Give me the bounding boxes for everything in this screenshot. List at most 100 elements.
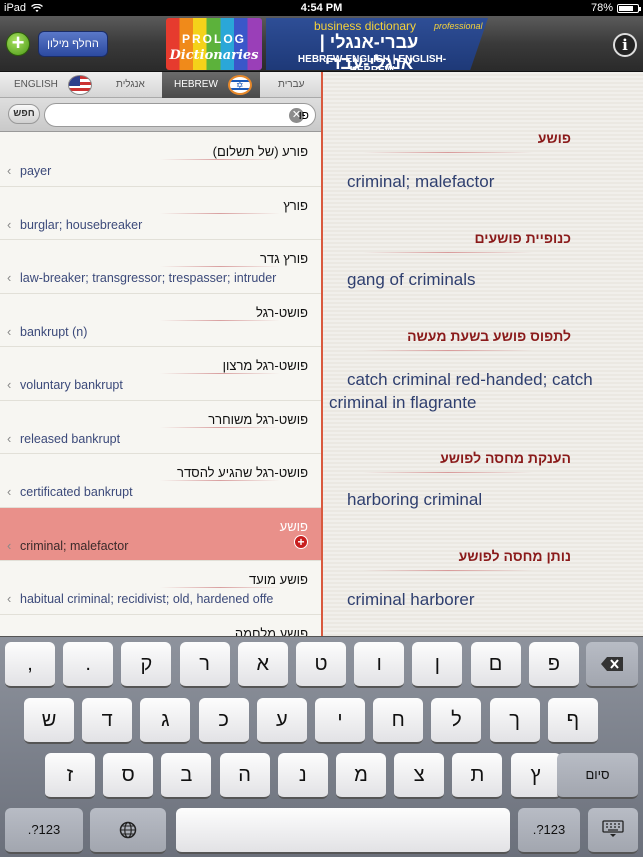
- definition-underline: [363, 152, 533, 153]
- row-decoration: [160, 480, 280, 481]
- key[interactable]: ד: [82, 698, 133, 744]
- list-item[interactable]: פושע ‹ criminal; malefactor +: [0, 507, 322, 561]
- chevron-left-icon: ‹: [7, 270, 12, 285]
- search-input[interactable]: ✕ פו: [44, 103, 316, 127]
- definition-underline: [363, 472, 533, 473]
- numbers-key-right[interactable]: .?123: [518, 808, 580, 854]
- hide-keyboard-key[interactable]: [588, 808, 638, 854]
- list-item-hebrew: פורץ גדר: [259, 251, 308, 266]
- list-item[interactable]: פושט-רגל מרצון ‹ voluntary bankrupt: [0, 347, 322, 401]
- dictionary-banner: business dictionary professional עברי-אנ…: [266, 18, 488, 70]
- globe-icon: [119, 821, 137, 839]
- list-item[interactable]: פושע מועד ‹ habitual criminal; recidivist;…: [0, 561, 322, 615]
- tab-english[interactable]: ENGLISH: [14, 72, 58, 98]
- israel-flag-icon: ✡: [228, 75, 252, 95]
- definition-english: criminal; malefactor: [347, 172, 495, 191]
- definition-english: gang of criminals: [347, 270, 476, 289]
- globe-key[interactable]: [90, 808, 166, 854]
- key[interactable]: מ: [336, 753, 386, 799]
- chevron-left-icon: ‹: [7, 323, 12, 339]
- key[interactable]: ס: [103, 753, 154, 799]
- definition-english: catch criminal red-handed; catch crimina…: [329, 370, 593, 412]
- key[interactable]: פ: [528, 642, 579, 688]
- app-header: + החלף מילון PROLOG Dictionaries busines…: [0, 16, 643, 72]
- list-item-hebrew: פושע מלחמה: [234, 625, 308, 637]
- add-button[interactable]: +: [6, 32, 30, 56]
- definition-hebrew-term: כנופיית פושעים: [474, 230, 571, 246]
- language-tabs: ENGLISH אנגלית HEBREW ✡ עברית: [0, 72, 322, 98]
- list-item-english: habitual criminal; recidivist; old, hard…: [20, 592, 274, 606]
- key[interactable]: ע: [256, 698, 307, 744]
- key[interactable]: ף: [547, 698, 598, 744]
- key[interactable]: .: [63, 642, 114, 688]
- key[interactable]: ה: [219, 753, 270, 799]
- key[interactable]: א: [237, 642, 288, 688]
- list-item[interactable]: פורץ ‹ burglar; housebreaker: [0, 187, 322, 240]
- key[interactable]: ש: [24, 698, 74, 744]
- list-item-hebrew: פורץ: [283, 197, 308, 213]
- key[interactable]: כ: [198, 698, 249, 744]
- list-item[interactable]: פושט-רגל שהגיע להסדר ‹ certificated bankru…: [0, 454, 322, 508]
- list-item-english: voluntary bankrupt: [20, 378, 123, 392]
- list-item-hebrew: פורע (של תשלום): [212, 144, 308, 159]
- search-input-value: פו: [298, 108, 309, 122]
- add-favorite-icon[interactable]: +: [294, 534, 308, 549]
- key[interactable]: ך: [489, 698, 540, 744]
- key[interactable]: ל: [431, 698, 482, 744]
- list-item[interactable]: פושע מלחמה: [0, 615, 322, 637]
- key[interactable]: ,: [5, 642, 55, 688]
- definition-hebrew-term: הענקת מחסה לפושע: [440, 450, 571, 466]
- word-list-pane: ENGLISH אנגלית HEBREW ✡ עברית חפש ✕ פו פ…: [0, 72, 322, 636]
- key[interactable]: ם: [470, 642, 521, 688]
- tab-hebrew-label[interactable]: עברית: [278, 72, 304, 98]
- key[interactable]: ץ: [510, 753, 561, 799]
- key[interactable]: ת: [452, 753, 503, 799]
- key[interactable]: ב: [161, 753, 212, 799]
- battery-icon: [617, 3, 641, 13]
- definition-underline: [363, 570, 533, 571]
- definition-hebrew-term: פושע: [537, 130, 571, 146]
- list-item[interactable]: פורץ גדר ‹ law-breaker; transgressor; tres…: [0, 240, 322, 294]
- tab-english-hebrew-label[interactable]: אנגלית: [116, 72, 145, 98]
- list-item[interactable]: פורע (של תשלום) ‹ payer: [0, 133, 322, 187]
- definition-hebrew-term: לתפוס פושע בשעת מעשה: [407, 328, 571, 344]
- info-button[interactable]: i: [613, 33, 637, 57]
- list-item-english: bankrupt (n): [20, 324, 88, 339]
- key[interactable]: נ: [277, 753, 328, 799]
- hebrew-keyboard: ,. ק ר א ט ו ן ם פ ש ד ג כ ע י ח ל ך ף ז ס ב ה נ מ צ ת ץ סיום .?123.?…: [0, 636, 643, 857]
- key[interactable]: י: [315, 698, 365, 744]
- tab-hebrew[interactable]: HEBREW ✡: [162, 72, 260, 98]
- chevron-left-icon: ‹: [7, 591, 12, 606]
- list-item[interactable]: פושט-רגל משוחרר ‹ released bankrupt: [0, 401, 322, 454]
- switch-dictionary-button[interactable]: החלף מילון: [38, 31, 108, 57]
- list-item-english: law-breaker; transgressor; trespasser; i…: [20, 271, 277, 285]
- backspace-icon: [601, 657, 623, 671]
- list-item-hebrew: פושט-רגל שהגיע להסדר: [177, 465, 308, 480]
- key[interactable]: ן: [412, 642, 463, 688]
- key[interactable]: ק: [121, 642, 172, 688]
- key[interactable]: ר: [179, 642, 230, 688]
- key[interactable]: ט: [296, 642, 346, 688]
- space-key[interactable]: [176, 808, 510, 854]
- key[interactable]: ח: [373, 698, 424, 744]
- list-item[interactable]: פושט-רגל ‹ bankrupt (n): [0, 294, 322, 347]
- definition-underline: [363, 350, 533, 351]
- battery-percent: 78%: [590, 2, 613, 14]
- backspace-key[interactable]: [586, 642, 638, 688]
- row-decoration: [160, 212, 280, 214]
- clock: 4:54 PM: [300, 2, 343, 14]
- us-flag-icon[interactable]: [68, 75, 92, 95]
- search-bar: חפש ✕ פו: [0, 98, 322, 132]
- chevron-left-icon: ‹: [7, 484, 12, 499]
- key[interactable]: ז: [45, 753, 95, 799]
- key[interactable]: ג: [140, 698, 191, 744]
- done-key[interactable]: סיום: [557, 753, 638, 799]
- definition-english: harboring criminal: [347, 490, 483, 509]
- definition-hebrew-term: נותן מחסה לפושע: [458, 548, 571, 564]
- numbers-key-left[interactable]: .?123: [5, 808, 83, 854]
- search-button[interactable]: חפש: [8, 104, 40, 124]
- key[interactable]: צ: [394, 753, 445, 799]
- chevron-left-icon: ‹: [7, 216, 12, 232]
- key[interactable]: ו: [354, 642, 405, 688]
- definition-english: criminal harborer: [347, 590, 475, 609]
